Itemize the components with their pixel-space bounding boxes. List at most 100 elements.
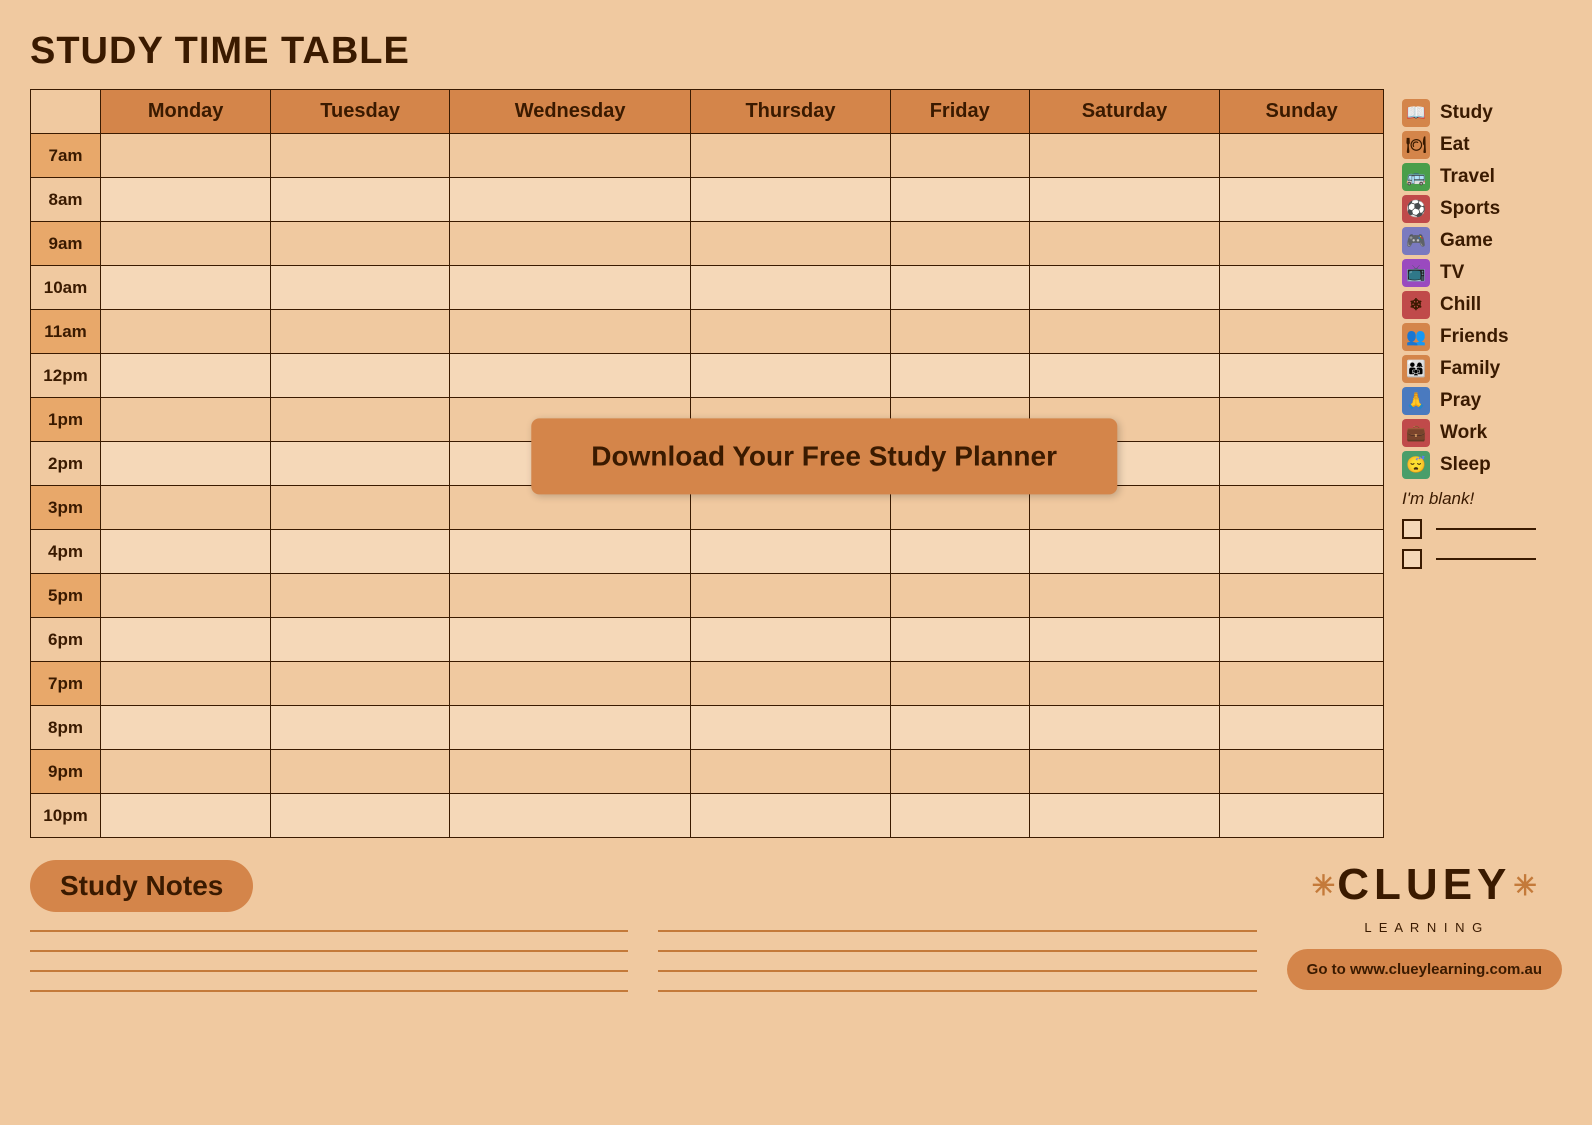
timetable-cell[interactable] xyxy=(691,354,890,398)
timetable-cell[interactable] xyxy=(1220,354,1384,398)
timetable-cell[interactable] xyxy=(691,530,890,574)
timetable-cell[interactable] xyxy=(271,266,450,310)
timetable-cell[interactable] xyxy=(271,310,450,354)
website-button[interactable]: Go to www.clueylearning.com.au xyxy=(1287,949,1562,990)
timetable-cell[interactable] xyxy=(890,706,1029,750)
timetable-cell[interactable] xyxy=(890,222,1029,266)
timetable-cell[interactable] xyxy=(1220,222,1384,266)
timetable-cell[interactable] xyxy=(449,310,690,354)
timetable-cell[interactable] xyxy=(1220,442,1384,486)
timetable-cell[interactable] xyxy=(101,618,271,662)
timetable-cell[interactable] xyxy=(449,662,690,706)
timetable-cell[interactable] xyxy=(101,574,271,618)
timetable-cell[interactable] xyxy=(1029,354,1220,398)
timetable-cell[interactable] xyxy=(271,398,450,442)
timetable-cell[interactable] xyxy=(1220,398,1384,442)
download-button[interactable]: Download Your Free Study Planner xyxy=(531,418,1117,494)
timetable-cell[interactable] xyxy=(271,794,450,838)
timetable-cell[interactable] xyxy=(1029,662,1220,706)
timetable-cell[interactable] xyxy=(101,530,271,574)
timetable-cell[interactable] xyxy=(101,486,271,530)
timetable-cell[interactable] xyxy=(271,134,450,178)
timetable-cell[interactable] xyxy=(271,618,450,662)
timetable-cell[interactable] xyxy=(890,794,1029,838)
timetable-cell[interactable] xyxy=(691,134,890,178)
timetable-cell[interactable] xyxy=(449,178,690,222)
timetable-cell[interactable] xyxy=(1220,178,1384,222)
timetable-cell[interactable] xyxy=(1220,134,1384,178)
timetable-cell[interactable] xyxy=(1029,134,1220,178)
timetable-cell[interactable] xyxy=(890,178,1029,222)
timetable-cell[interactable] xyxy=(691,222,890,266)
timetable-cell[interactable] xyxy=(101,750,271,794)
timetable-cell[interactable] xyxy=(1029,310,1220,354)
timetable-cell[interactable] xyxy=(101,310,271,354)
timetable-cell[interactable] xyxy=(1220,706,1384,750)
timetable-cell[interactable] xyxy=(1220,794,1384,838)
timetable-cell[interactable] xyxy=(271,530,450,574)
timetable-cell[interactable] xyxy=(271,486,450,530)
timetable-cell[interactable] xyxy=(1220,618,1384,662)
timetable-cell[interactable] xyxy=(101,442,271,486)
timetable-cell[interactable] xyxy=(691,750,890,794)
timetable-cell[interactable] xyxy=(1029,706,1220,750)
timetable-cell[interactable] xyxy=(1029,178,1220,222)
timetable-cell[interactable] xyxy=(691,574,890,618)
timetable-cell[interactable] xyxy=(691,178,890,222)
timetable-cell[interactable] xyxy=(890,266,1029,310)
timetable-cell[interactable] xyxy=(449,266,690,310)
timetable-cell[interactable] xyxy=(691,662,890,706)
timetable-cell[interactable] xyxy=(691,706,890,750)
timetable-cell[interactable] xyxy=(890,310,1029,354)
timetable-cell[interactable] xyxy=(1029,266,1220,310)
timetable-cell[interactable] xyxy=(449,618,690,662)
timetable-cell[interactable] xyxy=(890,134,1029,178)
timetable-cell[interactable] xyxy=(449,354,690,398)
timetable-cell[interactable] xyxy=(449,134,690,178)
timetable-cell[interactable] xyxy=(890,354,1029,398)
timetable-cell[interactable] xyxy=(271,750,450,794)
timetable-cell[interactable] xyxy=(271,442,450,486)
timetable-cell[interactable] xyxy=(691,310,890,354)
timetable-cell[interactable] xyxy=(1220,750,1384,794)
timetable-cell[interactable] xyxy=(101,662,271,706)
timetable-cell[interactable] xyxy=(271,574,450,618)
timetable-cell[interactable] xyxy=(1029,530,1220,574)
timetable-cell[interactable] xyxy=(1220,486,1384,530)
timetable-cell[interactable] xyxy=(1029,750,1220,794)
timetable-cell[interactable] xyxy=(1029,574,1220,618)
timetable-cell[interactable] xyxy=(101,178,271,222)
timetable-cell[interactable] xyxy=(271,222,450,266)
timetable-cell[interactable] xyxy=(1220,310,1384,354)
timetable-cell[interactable] xyxy=(691,266,890,310)
timetable-cell[interactable] xyxy=(449,794,690,838)
timetable-cell[interactable] xyxy=(890,530,1029,574)
timetable-cell[interactable] xyxy=(271,178,450,222)
timetable-cell[interactable] xyxy=(449,750,690,794)
timetable-cell[interactable] xyxy=(1029,618,1220,662)
timetable-cell[interactable] xyxy=(691,794,890,838)
timetable-cell[interactable] xyxy=(1220,662,1384,706)
timetable-cell[interactable] xyxy=(101,354,271,398)
timetable-cell[interactable] xyxy=(271,662,450,706)
timetable-cell[interactable] xyxy=(890,574,1029,618)
timetable-cell[interactable] xyxy=(1029,794,1220,838)
timetable-cell[interactable] xyxy=(1220,574,1384,618)
timetable-cell[interactable] xyxy=(101,222,271,266)
timetable-cell[interactable] xyxy=(1220,266,1384,310)
timetable-cell[interactable] xyxy=(101,266,271,310)
timetable-cell[interactable] xyxy=(890,618,1029,662)
timetable-cell[interactable] xyxy=(101,398,271,442)
timetable-cell[interactable] xyxy=(890,750,1029,794)
timetable-cell[interactable] xyxy=(1029,222,1220,266)
timetable-cell[interactable] xyxy=(101,134,271,178)
timetable-cell[interactable] xyxy=(271,706,450,750)
timetable-cell[interactable] xyxy=(890,662,1029,706)
timetable-cell[interactable] xyxy=(691,618,890,662)
timetable-cell[interactable] xyxy=(101,794,271,838)
timetable-cell[interactable] xyxy=(449,706,690,750)
timetable-cell[interactable] xyxy=(101,706,271,750)
timetable-cell[interactable] xyxy=(449,530,690,574)
timetable-cell[interactable] xyxy=(449,574,690,618)
timetable-cell[interactable] xyxy=(449,222,690,266)
